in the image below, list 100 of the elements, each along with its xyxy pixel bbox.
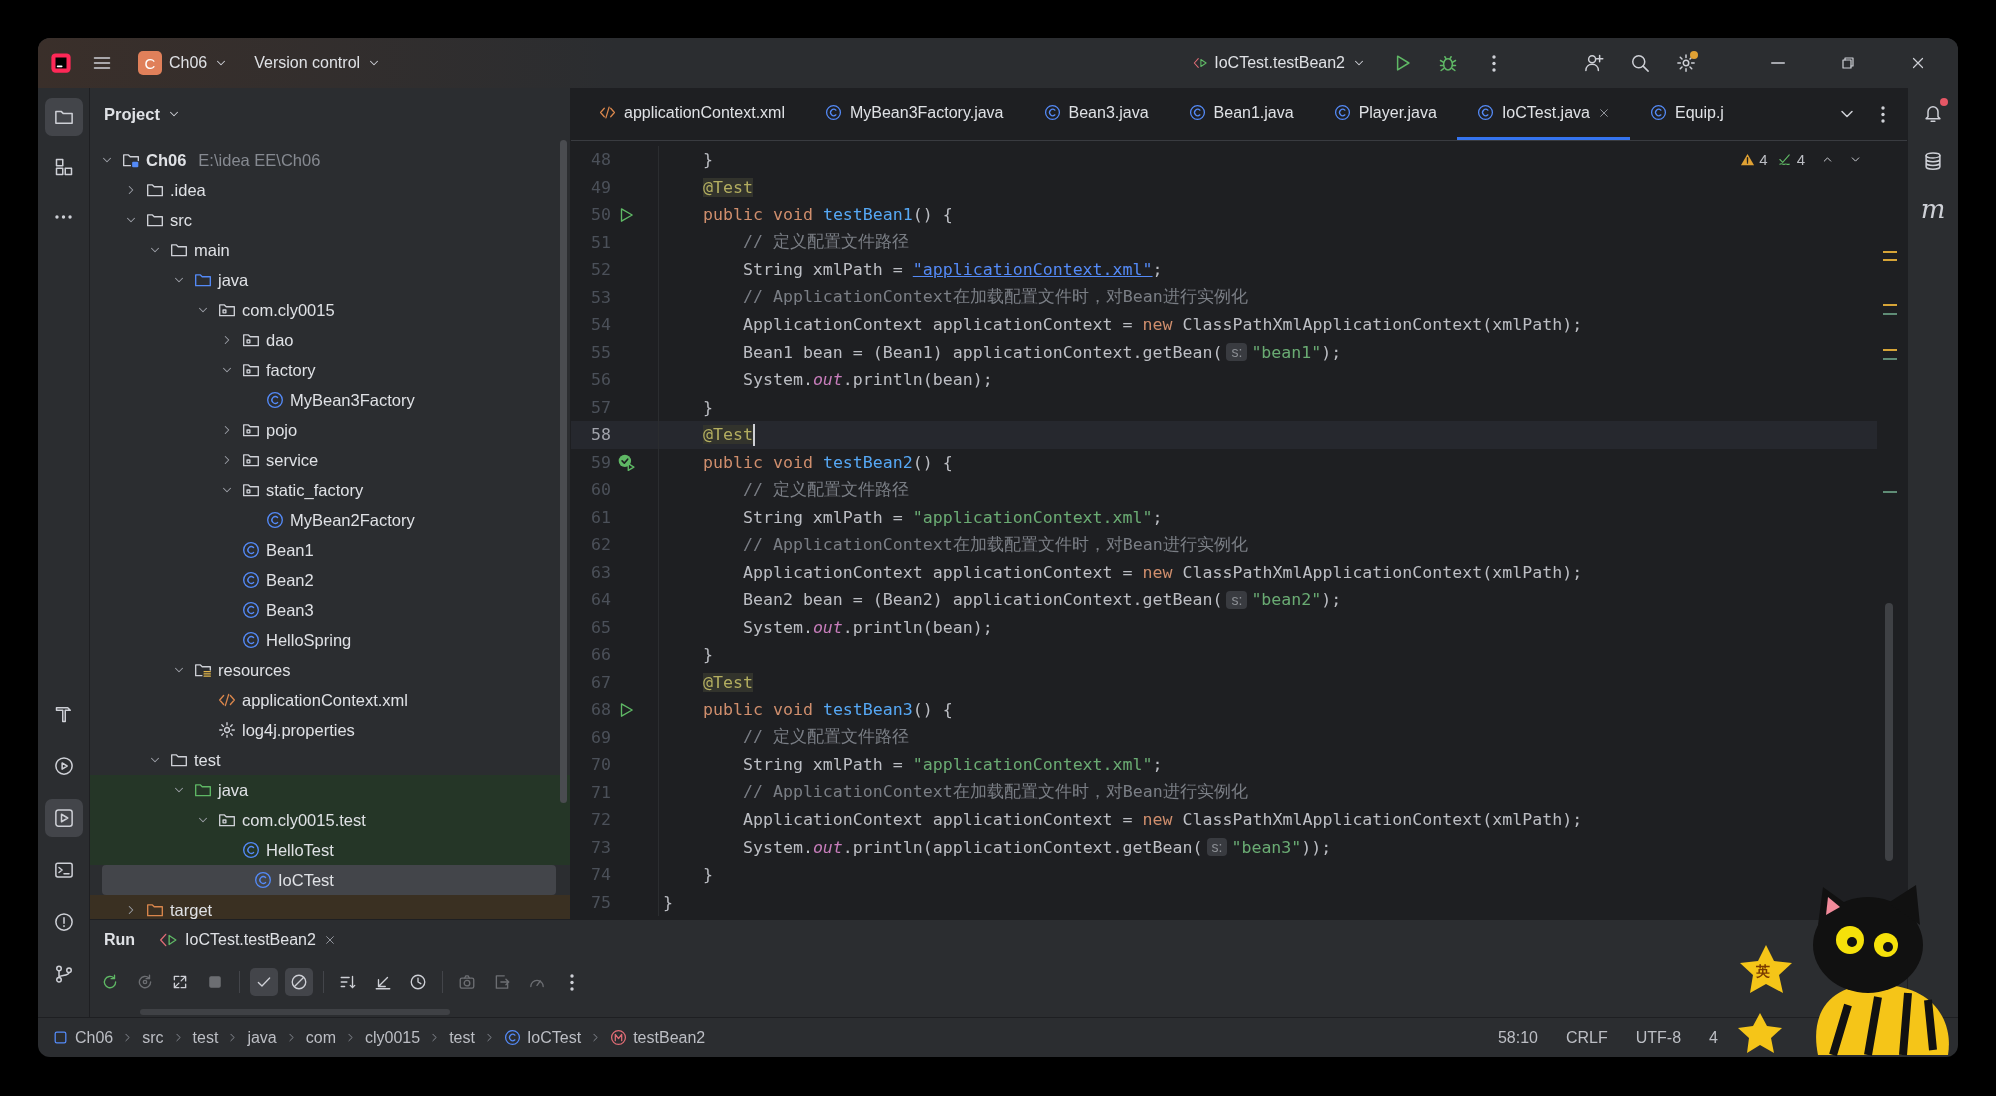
editor-tab[interactable]: Player.java: [1313, 88, 1457, 140]
search-icon: [1630, 53, 1650, 73]
git-branch-icon: [53, 964, 74, 984]
maven-button[interactable]: m: [1914, 190, 1952, 228]
export-icon: [493, 973, 511, 991]
xml-file-icon: [218, 691, 236, 709]
tree-item[interactable]: HelloSpring: [90, 625, 570, 655]
item-label: java: [218, 780, 249, 800]
test-folder-icon: [194, 781, 212, 799]
code-line: String xmlPath = "applicationContext.xml";: [741, 260, 1163, 280]
tree-item[interactable]: com.cly0015: [90, 295, 570, 325]
rerun-failed-icon: [136, 973, 154, 991]
class-icon: [1333, 104, 1351, 121]
code-line: // 定义配置文件路径: [741, 726, 909, 749]
tree-item[interactable]: Ch06 E:\idea EE\Ch06: [90, 145, 570, 175]
line-separator[interactable]: CRLF: [1556, 1028, 1618, 1047]
file-encoding[interactable]: UTF-8: [1625, 1028, 1692, 1047]
breadcrumb[interactable]: Ch06: [52, 1028, 114, 1047]
breadcrumb[interactable]: test: [449, 1028, 475, 1047]
tree-item[interactable]: java: [90, 775, 570, 805]
editor-tab[interactable]: applicationContext.xml: [579, 88, 805, 140]
caret-position[interactable]: 58:10: [1487, 1028, 1548, 1047]
tree-item[interactable]: static_factory: [90, 475, 570, 505]
breadcrumb[interactable]: src: [142, 1028, 164, 1047]
terminal-icon: [53, 860, 74, 880]
code-line: }: [701, 645, 713, 665]
breadcrumb[interactable]: java: [247, 1028, 277, 1047]
code-line: // ApplicationContext在加载配置文件时，对Bean进行实例化: [741, 533, 1248, 556]
tree-item[interactable]: main: [90, 235, 570, 265]
tree-item[interactable]: java: [90, 265, 570, 295]
tool-window-button[interactable]: [44, 98, 83, 136]
version-control-menu[interactable]: Version control: [248, 47, 388, 79]
tree-item[interactable]: Bean2: [90, 565, 570, 595]
class-icon: [242, 571, 260, 589]
run-configuration-selector[interactable]: IoCTest.testBean2: [1187, 47, 1372, 79]
tree-item[interactable]: factory: [90, 355, 570, 385]
item-label: IoCTest: [278, 870, 334, 890]
tree-item[interactable]: resources: [90, 655, 570, 685]
tree-item[interactable]: HelloTest: [90, 835, 570, 865]
folder-icon: [146, 181, 164, 199]
tree-item[interactable]: dao: [90, 325, 570, 355]
editor-tab[interactable]: IoCTest.java: [1456, 88, 1630, 140]
editor-tab[interactable]: Bean3.java: [1023, 88, 1169, 140]
warning-count[interactable]: 4: [1759, 150, 1768, 168]
project-widget[interactable]: C Ch06: [132, 47, 235, 79]
indent-setting[interactable]: 4: [1699, 1028, 1728, 1047]
package-folder-icon: [242, 331, 260, 349]
class-icon: [266, 511, 284, 529]
item-label: pojo: [266, 420, 298, 440]
passed-count[interactable]: 4: [1796, 150, 1805, 168]
panel-title: Run: [104, 931, 136, 949]
scrollbar[interactable]: [560, 140, 567, 803]
class-icon: [1188, 104, 1206, 121]
tree-item[interactable]: src: [90, 205, 570, 235]
tool-window-button[interactable]: [44, 799, 83, 837]
class-icon: [1649, 104, 1667, 121]
view-dropdown[interactable]: Project: [98, 98, 187, 130]
editor-tab[interactable]: Equip.j: [1629, 88, 1744, 140]
tree-item[interactable]: target: [90, 895, 570, 919]
structure-icon: [53, 157, 74, 177]
tree-item[interactable]: Bean3: [90, 595, 570, 625]
item-label: java: [218, 270, 249, 290]
tree-item[interactable]: pojo: [90, 415, 570, 445]
close-icon: [1597, 106, 1610, 119]
item-label: dao: [266, 330, 294, 350]
item-label: static_factory: [266, 480, 364, 500]
tree-item[interactable]: Bean1: [90, 535, 570, 565]
code-line: }: [701, 150, 713, 170]
run-window-icon: [53, 808, 74, 828]
xml-file-icon: [599, 104, 616, 121]
breadcrumb[interactable]: test: [192, 1028, 219, 1047]
item-label: src: [170, 210, 192, 230]
editor-tab[interactable]: MyBean3Factory.java: [804, 88, 1024, 140]
tree-item[interactable]: service: [90, 445, 570, 475]
editor-tab[interactable]: Bean1.java: [1168, 88, 1314, 140]
code-line: public void testBean2() {: [701, 452, 953, 472]
code-line: public void testBean1() {: [701, 205, 953, 225]
clock-icon: [409, 973, 427, 991]
toolbar-button[interactable]: [285, 968, 313, 996]
code-line: }: [701, 397, 713, 417]
scrollbar[interactable]: [1885, 603, 1893, 861]
tree-item[interactable]: test: [90, 745, 570, 775]
tree-item[interactable]: applicationContext.xml: [90, 685, 570, 715]
tree-item[interactable]: MyBean2Factory: [90, 505, 570, 535]
run-tab[interactable]: IoCTest.testBean2: [159, 931, 336, 949]
code-line: String xmlPath = "applicationContext.xml";: [741, 755, 1163, 775]
tree-item[interactable]: log4j.properties: [90, 715, 570, 745]
class-icon: [242, 841, 260, 859]
breadcrumb[interactable]: com: [305, 1028, 336, 1047]
item-label: test: [194, 750, 221, 770]
breadcrumb[interactable]: testBean2: [610, 1028, 706, 1047]
tree-item[interactable]: com.cly0015.test: [90, 805, 570, 835]
tree-item[interactable]: .idea: [90, 175, 570, 205]
package-folder-icon: [242, 361, 260, 379]
breadcrumb[interactable]: cly0015: [364, 1028, 421, 1047]
breadcrumb[interactable]: IoCTest: [503, 1028, 582, 1047]
tree-item[interactable]: IoCTest: [102, 865, 556, 895]
update-dot: [1690, 51, 1698, 59]
toolbar-button[interactable]: [250, 968, 278, 996]
tree-item[interactable]: MyBean3Factory: [90, 385, 570, 415]
